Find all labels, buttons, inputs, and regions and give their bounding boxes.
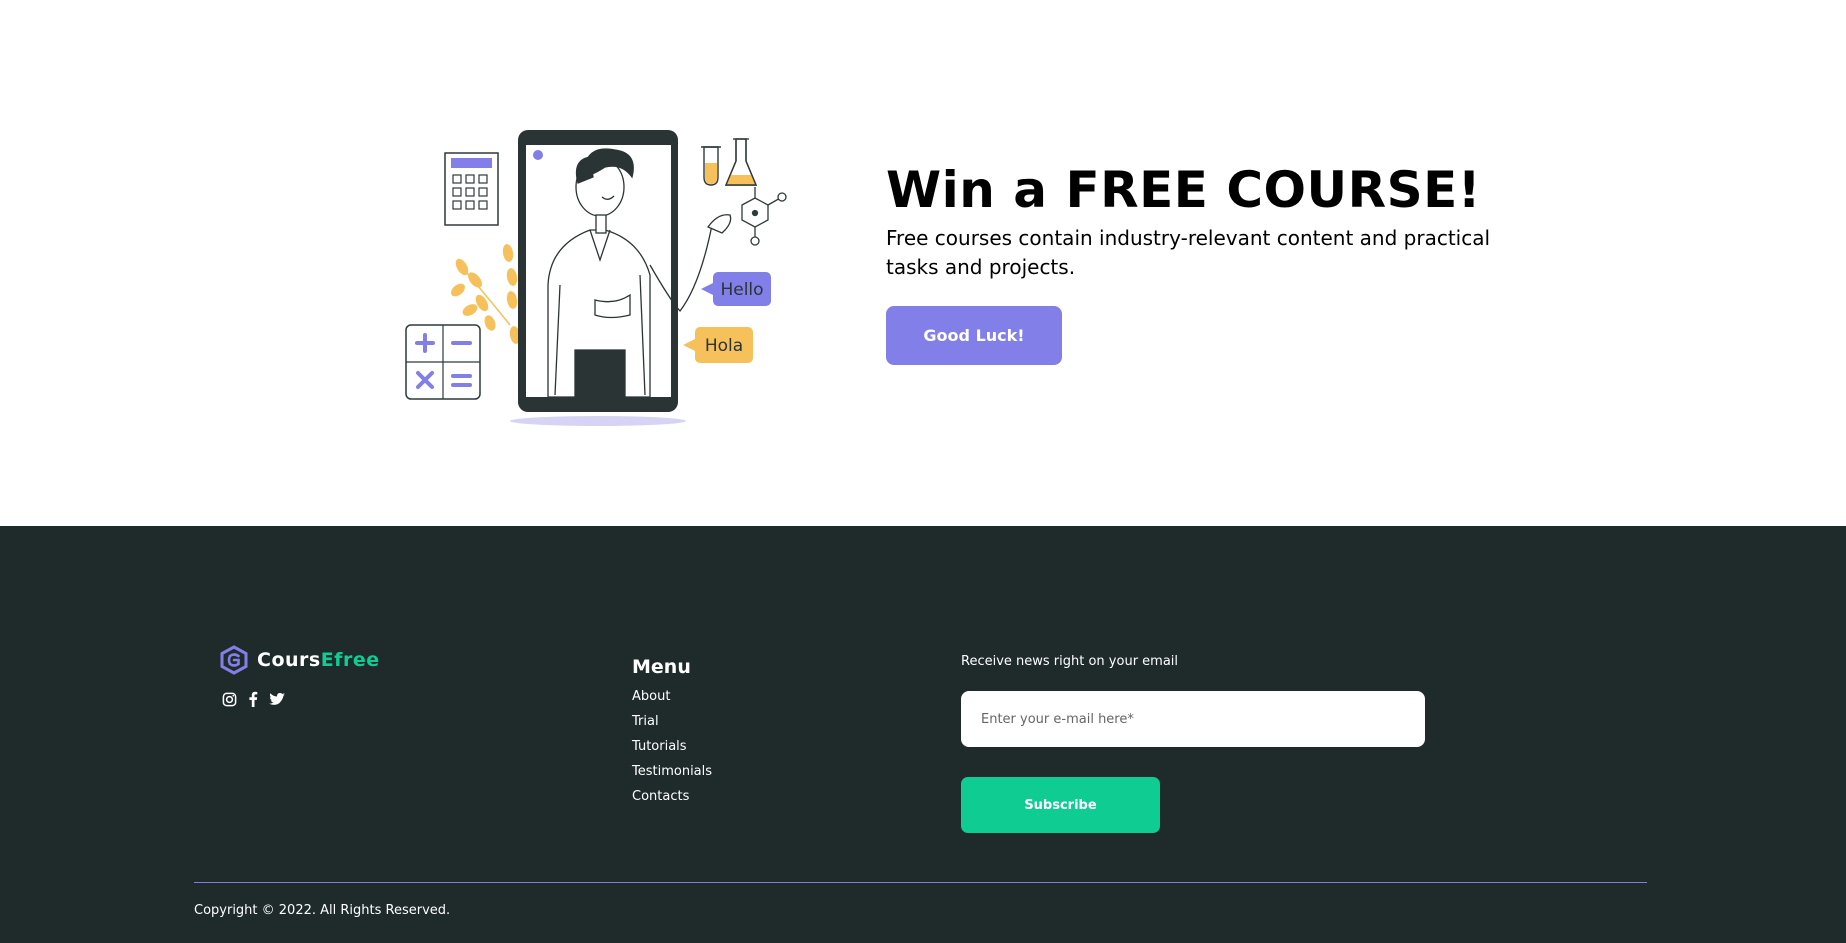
svg-text:Hola: Hola bbox=[705, 336, 743, 356]
calculator-icon bbox=[444, 152, 499, 226]
menu-item-about[interactable]: About bbox=[632, 684, 712, 709]
logo-text: CoursEfree bbox=[257, 649, 380, 671]
subscribe-button[interactable]: Subscribe bbox=[961, 777, 1160, 833]
logo-text-part2: Efree bbox=[320, 649, 380, 671]
promo-title: Win a FREE COURSE! bbox=[886, 161, 1482, 219]
math-symbols-icon bbox=[405, 324, 481, 400]
copyright-text: Copyright © 2022. All Rights Reserved. bbox=[194, 903, 451, 918]
email-input[interactable] bbox=[961, 691, 1425, 747]
newsletter-label: Receive news right on your email bbox=[961, 654, 1179, 669]
hello-bubble: Hello bbox=[701, 272, 771, 306]
good-luck-button[interactable]: Good Luck! bbox=[886, 306, 1062, 365]
hola-bubble: Hola bbox=[683, 327, 753, 363]
menu-title: Menu bbox=[632, 656, 691, 678]
svg-text:Hello: Hello bbox=[720, 280, 763, 300]
twitter-icon[interactable] bbox=[269, 691, 285, 707]
site-footer: CoursEfree Menu About Trial Tutorials Te… bbox=[0, 526, 1846, 943]
menu-item-testimonials[interactable]: Testimonials bbox=[632, 759, 712, 784]
promo-section: Hello Hola Win a FREE COURSE! Free cours… bbox=[0, 0, 1846, 526]
footer-divider bbox=[194, 882, 1647, 883]
promo-description: Free courses contain industry-relevant c… bbox=[886, 226, 1491, 279]
flask-icon bbox=[701, 138, 758, 186]
newsletter-form: Receive news right on your email Subscri… bbox=[961, 654, 1425, 833]
graduation-cap-icon bbox=[220, 645, 248, 675]
promo-content: Win a FREE COURSE! Free courses contain … bbox=[886, 160, 1526, 365]
molecule-icon bbox=[741, 187, 787, 246]
instagram-icon[interactable] bbox=[221, 691, 237, 707]
footer-menu: Menu About Trial Tutorials Testimonials … bbox=[632, 656, 712, 809]
social-links bbox=[221, 691, 285, 707]
course-illustration: Hello Hola bbox=[405, 130, 787, 426]
menu-item-contacts[interactable]: Contacts bbox=[632, 784, 712, 809]
site-logo[interactable]: CoursEfree bbox=[219, 645, 380, 675]
menu-item-trial[interactable]: Trial bbox=[632, 709, 712, 734]
logo-text-part1: Cours bbox=[257, 649, 321, 671]
menu-item-tutorials[interactable]: Tutorials bbox=[632, 734, 712, 759]
facebook-icon[interactable] bbox=[245, 691, 261, 707]
